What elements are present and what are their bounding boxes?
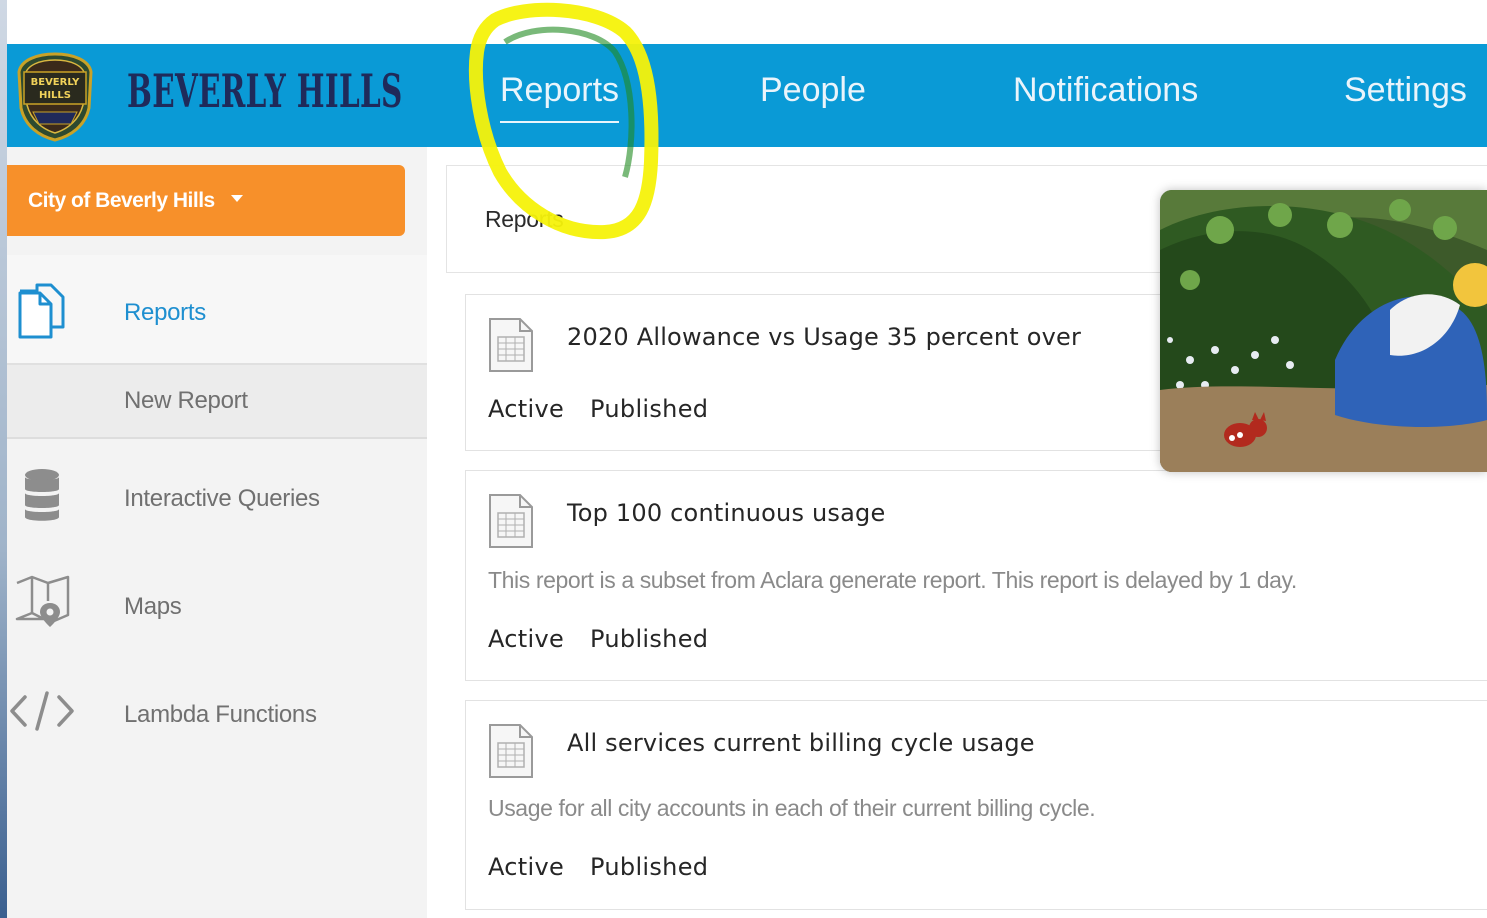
sidebar-item-lambda-functions[interactable]: Lambda Functions [7,659,427,769]
brand-wordmark[interactable]: BEVERLY HILLS [127,64,403,118]
code-icon [10,691,74,731]
city-seal-logo[interactable]: BEVERLY HILLS [15,50,95,142]
report-state: Published [590,853,709,881]
org-selector-button[interactable]: City of Beverly Hills [7,165,405,236]
report-status-line: Active Published [488,395,708,423]
report-status: Active [488,853,565,881]
report-status-line: Active Published [488,853,708,881]
report-state: Published [590,395,709,423]
caret-down-icon [230,194,243,202]
report-title[interactable]: Top 100 continuous usage [567,499,885,527]
org-selector-label: City of Beverly Hills [28,189,215,212]
report-status: Active [488,625,565,653]
spreadsheet-document-icon [489,494,533,548]
active-tab-underline [500,121,620,123]
sidebar: City of Beverly Hills Reports New Report… [7,147,427,918]
report-title[interactable]: 2020 Allowance vs Usage 35 percent over [567,323,1081,351]
panel-title: Reports [485,206,564,232]
sidebar-item-interactive-queries[interactable]: Interactive Queries [7,439,427,549]
nav-reports[interactable]: Reports [500,71,620,123]
nav-people[interactable]: People [760,71,866,110]
report-status: Active [488,395,565,423]
nav-notifications[interactable]: Notifications [1013,71,1198,110]
map-pin-icon [15,575,70,627]
sidebar-item-reports[interactable]: Reports [7,255,427,365]
sidebar-item-label: Interactive Queries [124,485,320,512]
report-state: Published [590,625,709,653]
sidebar-item-label: New Report [124,387,248,414]
sidebar-item-label: Maps [124,593,182,620]
nav-reports-label: Reports [500,71,620,109]
report-description: Usage for all city accounts in each of t… [488,795,1096,821]
nav-settings[interactable]: Settings [1344,71,1467,110]
sidebar-item-label: Reports [124,299,206,326]
seal-text-top: BEVERLY [31,77,81,88]
sidebar-item-label: Lambda Functions [124,701,317,728]
seal-text-bottom: HILLS [39,90,71,101]
top-navigation-bar: BEVERLY HILLS BEVERLY HILLS Reports Peop… [7,44,1487,147]
cartoon-scene-image [1160,190,1487,472]
report-card[interactable]: Top 100 continuous usage This report is … [465,470,1487,681]
documents-icon [18,283,65,339]
spreadsheet-document-icon [489,724,533,778]
sidebar-item-new-report[interactable]: New Report [7,365,427,439]
window-edge [0,0,7,918]
database-icon [25,469,59,521]
report-card[interactable]: All services current billing cycle usage… [465,700,1487,910]
report-description: This report is a subset from Aclara gene… [488,567,1297,593]
spreadsheet-document-icon [489,318,533,372]
sidebar-item-maps[interactable]: Maps [7,549,427,659]
report-title[interactable]: All services current billing cycle usage [567,729,1035,757]
report-status-line: Active Published [488,625,708,653]
